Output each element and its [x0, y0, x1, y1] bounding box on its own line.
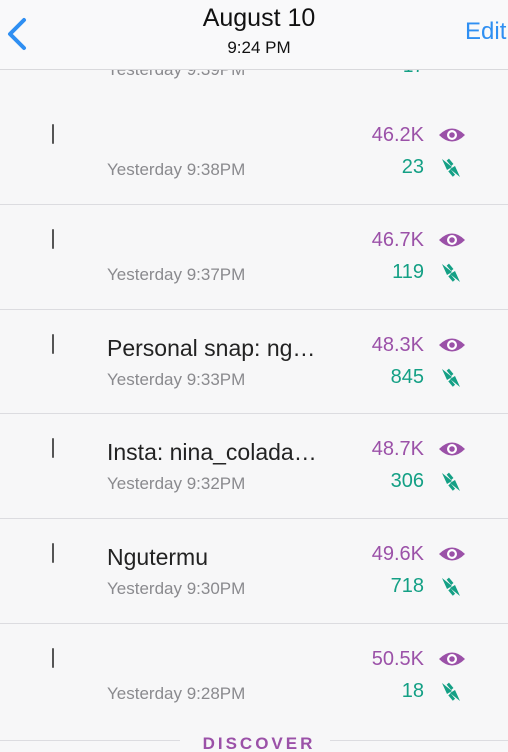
eye-icon: [439, 652, 465, 666]
snap-thumbnail: [52, 333, 54, 354]
discover-button[interactable]: DISCOVER: [0, 734, 508, 752]
list-item[interactable]: Yesterday 9:37PM 46.7K 119: [0, 204, 508, 310]
eye-icon: [439, 128, 465, 142]
screenshot-count: 23: [401, 156, 424, 178]
screenshot-count: 18: [401, 679, 424, 702]
snap-thumbnail: [52, 228, 54, 249]
eye-icon: [439, 547, 465, 561]
screenshot-arrows-icon: [442, 682, 460, 701]
screenshot-arrows-icon: [442, 577, 460, 597]
page-subtitle: 9:24 PM: [227, 38, 291, 57]
list-item[interactable]: Insta: nina_colada… Yesterday 9:32PM 48.…: [0, 414, 508, 520]
row-timestamp: Yesterday 9:30PM: [107, 579, 246, 599]
row-timestamp: Yesterday 9:37PM: [107, 264, 246, 284]
screenshot-arrows-icon: [442, 473, 460, 492]
row-timestamp: Yesterday 9:32PM: [107, 474, 246, 494]
view-count: 46.7K: [371, 228, 424, 251]
snap-thumbnail: [52, 647, 54, 668]
view-count: 46.2K: [371, 124, 424, 146]
snap-thumbnail: [52, 543, 54, 564]
snap-thumbnail: [52, 438, 54, 459]
row-timestamp: Yesterday 9:28PM: [107, 683, 246, 703]
screenshot-arrows-icon: [442, 368, 460, 387]
page-title: August 10: [202, 4, 316, 32]
list-item[interactable]: Yesterday 9:28PM 50.5K 18: [0, 623, 508, 729]
screenshot-arrows-icon: [442, 158, 460, 177]
row-title: Personal snap: ng…: [107, 334, 316, 361]
list-item[interactable]: Ngutermu Yesterday 9:30PM 49.6K 718: [0, 519, 508, 624]
view-count: 48.3K: [371, 333, 424, 356]
screenshot-count: 306: [390, 470, 424, 493]
list-item[interactable]: Personal snap: ng… Yesterday 9:33PM 48.3…: [0, 309, 508, 415]
eye-icon: [439, 442, 465, 456]
list-item[interactable]: Yesterday 9:38PM 46.2K 23: [0, 100, 508, 205]
screenshot-arrows-icon: [442, 263, 460, 282]
eye-icon: [439, 338, 465, 352]
screenshot-count: 119: [392, 260, 424, 283]
nav-header: August 10 9:24 PM Edit: [0, 0, 508, 70]
row-title: Insta: nina_colada…: [107, 439, 317, 466]
eye-icon: [439, 233, 465, 247]
row-timestamp: Yesterday 9:33PM: [107, 369, 246, 389]
row-title: Ngutermu: [107, 544, 208, 571]
screenshot-count: 718: [390, 575, 424, 598]
row-timestamp: Yesterday 9:38PM: [107, 160, 246, 179]
discover-bar: DISCOVER: [0, 728, 508, 752]
view-count: 50.5K: [371, 647, 424, 670]
snap-thumbnail: [52, 124, 54, 144]
story-list: Yesterday 9:38PM 46.2K 23 Yesterday 9:37…: [0, 100, 508, 729]
view-count: 48.7K: [371, 438, 424, 461]
view-count: 49.6K: [371, 543, 424, 566]
screenshot-count: 845: [390, 365, 424, 388]
edit-button[interactable]: Edit: [465, 18, 506, 46]
